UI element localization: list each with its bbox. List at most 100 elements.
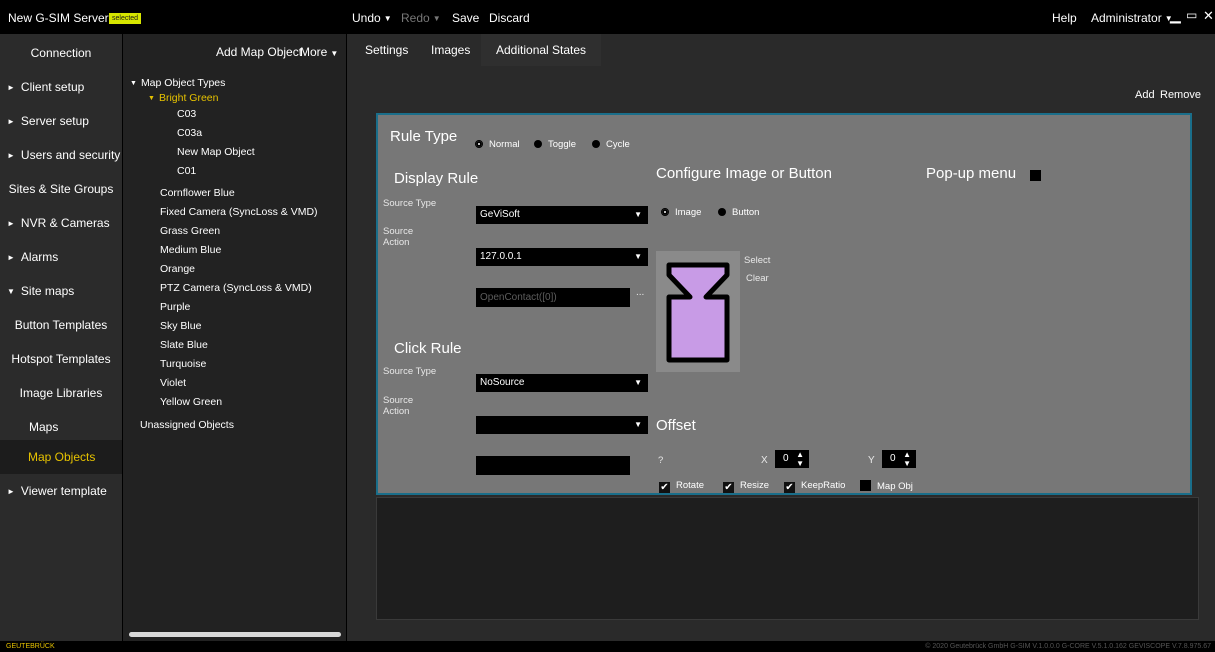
tree-group[interactable]: Slate Blue	[160, 339, 208, 351]
radio-label: Normal	[489, 139, 520, 150]
sidebar-item-label: Map Objects	[28, 450, 96, 464]
sidebar-item-label: Client setup	[20, 80, 85, 94]
select-image-button[interactable]: Select	[744, 255, 770, 266]
help-icon[interactable]: ?	[658, 455, 663, 466]
y-offset-stepper[interactable]: 0 ▲ ▼	[882, 450, 916, 468]
tree-group[interactable]: Turquoise	[160, 358, 206, 370]
sidebar-item-users-security[interactable]: ► Users and security	[0, 138, 122, 172]
radio-button[interactable]: Button	[718, 207, 759, 218]
clear-image-button[interactable]: Clear	[746, 273, 769, 284]
click-source-type-select[interactable]: NoSource ▼	[476, 374, 648, 392]
tree-item[interactable]: New Map Object	[177, 146, 255, 158]
resize-checkbox[interactable]: ✔ Resize	[723, 480, 769, 493]
state-image-preview[interactable]	[656, 251, 740, 372]
sidebar-item-label: Alarms	[20, 250, 59, 264]
tree-group[interactable]: Medium Blue	[160, 244, 221, 256]
minimize-icon[interactable]: ▁	[1170, 7, 1181, 24]
tree-group[interactable]: Purple	[160, 301, 190, 313]
save-button[interactable]: Save	[452, 11, 479, 25]
selected-badge: selected	[109, 13, 142, 24]
tree-group[interactable]: Sky Blue	[160, 320, 201, 332]
maximize-icon[interactable]: ▭	[1186, 8, 1197, 22]
sidebar-item-viewer-template[interactable]: ► Viewer template	[0, 474, 122, 508]
offset-heading: Offset	[656, 417, 696, 434]
popup-menu-checkbox[interactable]	[1030, 170, 1041, 181]
configure-heading: Configure Image or Button	[656, 165, 832, 182]
tree-group[interactable]: Orange	[160, 263, 195, 275]
sidebar-item-label: Hotspot Templates	[11, 352, 111, 366]
checkmark-icon: ✔	[659, 482, 670, 493]
tree-item[interactable]: C03	[177, 108, 196, 120]
chevron-right-icon: ►	[7, 83, 15, 92]
sidebar-item-client-setup[interactable]: ► Client setup	[0, 70, 122, 104]
sidebar-item-label: Server setup	[20, 114, 89, 128]
display-rule-heading: Display Rule	[394, 170, 479, 187]
radio-label: Image	[675, 207, 702, 218]
horizontal-scrollbar[interactable]	[129, 632, 341, 637]
tab-images[interactable]: Images	[431, 34, 470, 66]
sidebar-item-image-libraries[interactable]: Image Libraries	[0, 376, 122, 410]
click-rule-heading: Click Rule	[394, 340, 462, 357]
tree-root[interactable]: ▼ Map Object Types	[130, 77, 225, 89]
radio-image[interactable]: Image	[661, 207, 701, 218]
sidebar-item-label: Button Templates	[14, 318, 108, 332]
chevron-down-icon: ▼	[634, 420, 642, 429]
sidebar-item-map-objects[interactable]: Map Objects	[0, 440, 122, 474]
undo-button[interactable]: Undo ▼	[352, 11, 392, 25]
stepper-arrows-icon: ▲ ▼	[796, 450, 804, 468]
rotate-checkbox[interactable]: ✔ Rotate	[659, 480, 704, 493]
tree-group[interactable]: Grass Green	[160, 225, 220, 237]
chevron-down-icon: ▼	[634, 210, 642, 219]
chevron-down-icon: ▼	[7, 287, 15, 296]
tree-group[interactable]: Fixed Camera (SyncLoss & VMD)	[160, 206, 318, 218]
chevron-down-icon: ▼	[148, 95, 155, 102]
more-menu[interactable]: More ▼	[300, 45, 338, 59]
tree-item[interactable]: C01	[177, 165, 196, 177]
x-value: 0	[783, 453, 789, 464]
lower-panel	[376, 497, 1199, 620]
sidebar-item-hotspot-templates[interactable]: Hotspot Templates	[0, 342, 122, 376]
discard-button[interactable]: Discard	[489, 11, 530, 25]
keepratio-checkbox[interactable]: ✔ KeepRatio	[784, 480, 845, 493]
add-map-object-button[interactable]: Add Map Object	[216, 45, 302, 59]
x-offset-stepper[interactable]: 0 ▲ ▼	[775, 450, 809, 468]
tree-group[interactable]: Violet	[160, 377, 186, 389]
redo-button[interactable]: Redo ▼	[401, 11, 441, 25]
sidebar-item-server-setup[interactable]: ► Server setup	[0, 104, 122, 138]
tab-settings[interactable]: Settings	[365, 34, 408, 66]
click-action-text-field[interactable]	[476, 456, 630, 475]
click-source-action-select[interactable]: ▼	[476, 416, 648, 434]
tree-group[interactable]: Cornflower Blue	[160, 187, 235, 199]
add-state-button[interactable]: Add	[1135, 89, 1155, 101]
action-edit-button[interactable]: ...	[636, 287, 644, 298]
sidebar-item-button-templates[interactable]: Button Templates	[0, 308, 122, 342]
help-button[interactable]: Help	[1052, 11, 1077, 25]
radio-icon	[718, 208, 726, 216]
radio-normal[interactable]: Normal	[475, 139, 520, 150]
action-text-field[interactable]: OpenContact([0])	[476, 288, 630, 307]
source-type-label: Source Type	[383, 198, 437, 209]
close-icon[interactable]: ✕	[1203, 8, 1214, 24]
checkmark-icon: ✔	[723, 482, 734, 493]
source-type-select[interactable]: GeViSoft ▼	[476, 206, 648, 224]
tab-additional-states[interactable]: Additional States	[481, 34, 602, 66]
radio-cycle[interactable]: Cycle	[592, 139, 630, 150]
sidebar-item-site-maps[interactable]: ▼ Site maps	[0, 274, 122, 308]
sidebar-item-nvr-cameras[interactable]: ► NVR & Cameras	[0, 206, 122, 240]
user-menu[interactable]: Administrator ▼	[1091, 11, 1173, 25]
tree-unassigned[interactable]: Unassigned Objects	[140, 419, 234, 431]
remove-state-button[interactable]: Remove	[1160, 89, 1201, 101]
tree-item[interactable]: C03a	[177, 127, 202, 139]
chevron-down-icon: ▼	[634, 378, 642, 387]
tree-group[interactable]: PTZ Camera (SyncLoss & VMD)	[160, 282, 312, 294]
tree-group-selected[interactable]: ▼ Bright Green	[148, 92, 218, 104]
sidebar-item-alarms[interactable]: ► Alarms	[0, 240, 122, 274]
tree-group[interactable]: Yellow Green	[160, 396, 222, 408]
sidebar-item-connection[interactable]: Connection	[0, 36, 122, 70]
sidebar-item-sites[interactable]: Sites & Site Groups	[0, 172, 122, 206]
source-action-select[interactable]: 127.0.0.1 ▼	[476, 248, 648, 266]
x-label: X	[761, 455, 768, 466]
sidebar-item-maps[interactable]: Maps	[0, 410, 122, 444]
map-object-checkbox[interactable]: Map Obj	[860, 480, 920, 492]
radio-toggle[interactable]: Toggle	[534, 139, 576, 150]
